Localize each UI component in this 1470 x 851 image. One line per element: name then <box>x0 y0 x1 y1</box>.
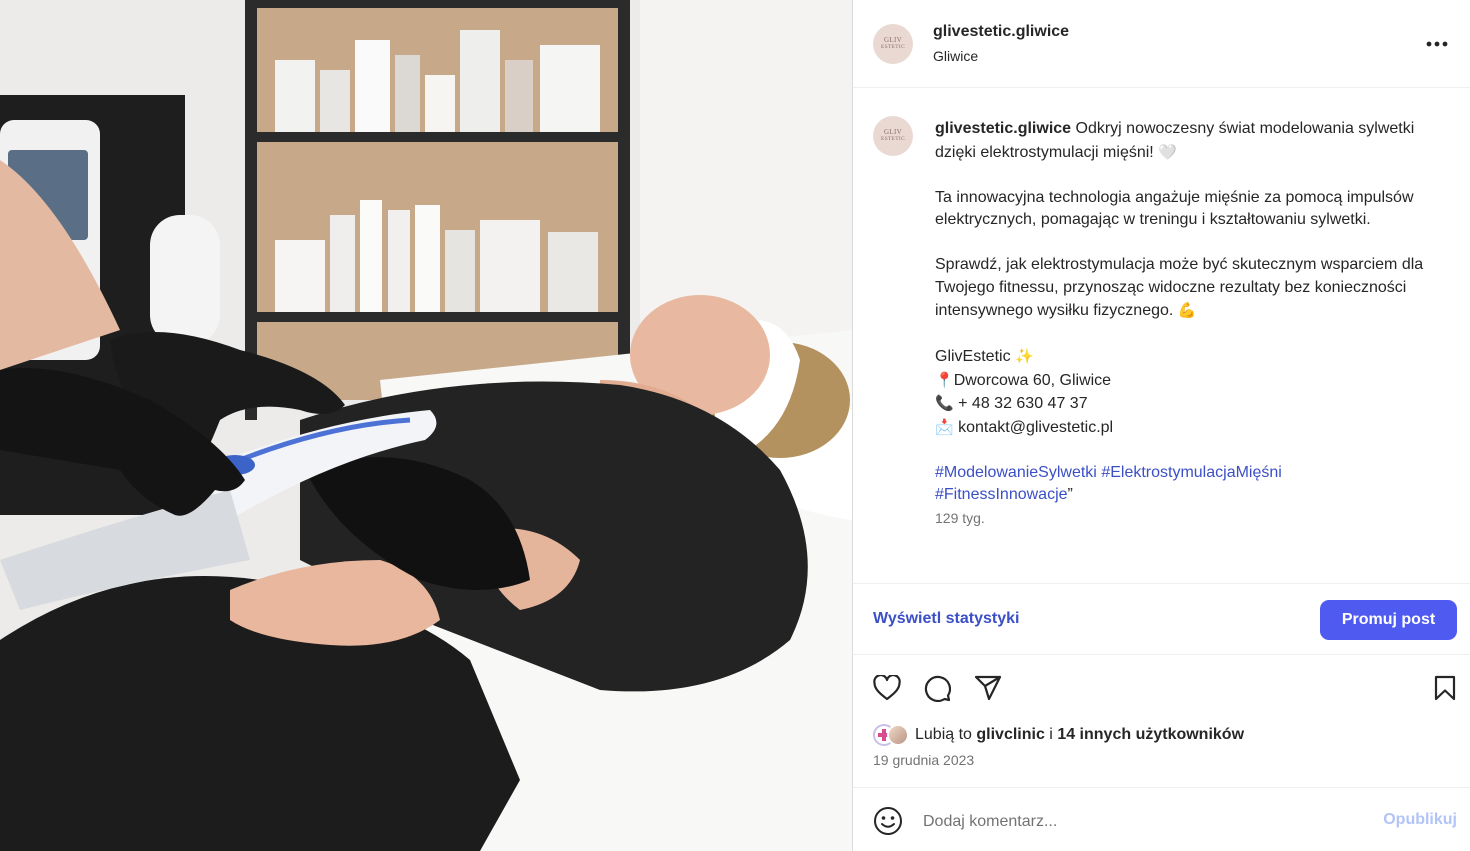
white-heart-emoji: 🤍 <box>1158 142 1177 161</box>
caption-brand: GlivEstetic <box>935 348 1016 365</box>
insights-row: Wyświetl statystyki Promuj post <box>853 585 1470 655</box>
promote-post-button[interactable]: Promuj post <box>1320 600 1457 640</box>
post-caption: GLIV ESTETIC glivestetic.gliwice Odkryj … <box>853 88 1470 584</box>
caption-username[interactable]: glivestetic.gliwice <box>935 120 1071 137</box>
likes-text: Lubią to glivclinic i 14 innych użytkown… <box>915 726 1244 744</box>
post-location[interactable]: Gliwice <box>933 48 978 64</box>
comment-composer: Opublikuj <box>853 787 1470 851</box>
caption-avatar-logo-bottom: ESTETIC <box>880 136 906 142</box>
share-button[interactable] <box>972 672 1004 704</box>
heart-icon <box>873 675 901 701</box>
likes-middle: i <box>1044 726 1058 743</box>
save-button[interactable] <box>1429 672 1461 704</box>
more-options-button[interactable] <box>1421 30 1453 58</box>
bookmark-icon <box>1434 675 1456 701</box>
caption-email-line: 📩 kontakt@glivestetic.pl <box>935 416 1455 440</box>
more-horizontal-icon <box>1426 41 1448 47</box>
caption-author-avatar[interactable]: GLIV ESTETIC <box>873 116 913 156</box>
like-button[interactable] <box>871 672 903 704</box>
author-avatar[interactable]: GLIV ESTETIC <box>873 24 913 64</box>
caption-paragraph-2: Ta innowacyjna technologia angażuje mięś… <box>935 188 1414 229</box>
caption-email: kontakt@glivestetic.pl <box>953 418 1114 436</box>
post-date[interactable]: 19 grudnia 2023 <box>873 752 974 768</box>
post-image[interactable] <box>0 0 852 851</box>
hashtag-link[interactable]: #ModelowanieSylwetki <box>935 464 1097 481</box>
publish-comment-button[interactable]: Opublikuj <box>1383 811 1457 829</box>
caption-hashtags: #ModelowanieSylwetki #ElektrostymulacjaM… <box>935 462 1455 507</box>
caption-phone: + 48 32 630 47 37 <box>953 395 1088 412</box>
caption-avatar-logo-top: GLIV <box>884 128 902 136</box>
emoji-picker-button[interactable] <box>873 806 903 836</box>
phone-icon: 📞 <box>935 394 954 412</box>
hashtag-link[interactable]: #ElektrostymulacjaMięśni <box>1101 464 1282 481</box>
avatar-logo-top: GLIV <box>884 36 902 44</box>
flexed-biceps-emoji: 💪 <box>1177 301 1197 319</box>
caption-brand-line: GlivEstetic ✨ <box>935 345 1455 369</box>
caption-age[interactable]: 129 tyg. <box>935 510 985 526</box>
caption-paragraph-3: Sprawdź, jak elektrostymulacja może być … <box>935 254 1455 323</box>
send-icon <box>974 675 1002 701</box>
likes-others-link[interactable]: 14 innych użytkowników <box>1057 726 1244 743</box>
caption-intro: glivestetic.gliwice Odkryj nowoczesny św… <box>935 118 1455 164</box>
avatar-logo-bottom: ESTETIC <box>880 44 906 50</box>
post-header: GLIV ESTETIC glivestetic.gliwice Gliwice <box>853 0 1470 88</box>
post-side-panel: GLIV ESTETIC glivestetic.gliwice Gliwice… <box>852 0 1470 851</box>
likes-summary: Lubią to glivclinic i 14 innych użytkown… <box>873 722 1244 748</box>
envelope-icon: 📩 <box>935 417 954 436</box>
action-bar <box>853 656 1470 716</box>
comment-icon <box>924 675 951 702</box>
view-stats-link[interactable]: Wyświetl statystyki <box>873 610 1019 628</box>
liker-avatar[interactable] <box>887 724 909 746</box>
hashtag-link[interactable]: #FitnessInnowacje <box>935 486 1068 503</box>
comment-input[interactable] <box>923 810 1363 834</box>
caption-closing-quote: ” <box>1067 486 1073 503</box>
caption-address-line: 📍Dworcowa 60, Gliwice <box>935 369 1455 393</box>
emoji-icon <box>874 807 902 835</box>
pin-icon: 📍 <box>935 370 954 389</box>
author-username[interactable]: glivestetic.gliwice <box>933 23 1069 41</box>
likes-prefix: Lubią to <box>915 726 977 743</box>
post-photo-illustration <box>0 0 852 851</box>
caption-phone-line: 📞 + 48 32 630 47 37 <box>935 392 1455 416</box>
sparkles-emoji: ✨ <box>1015 347 1034 365</box>
liker-username[interactable]: glivclinic <box>976 726 1044 743</box>
caption-text: glivestetic.gliwice Odkryj nowoczesny św… <box>935 118 1455 507</box>
comment-button[interactable] <box>921 672 953 704</box>
caption-address: Dworcowa 60, Gliwice <box>953 371 1112 389</box>
